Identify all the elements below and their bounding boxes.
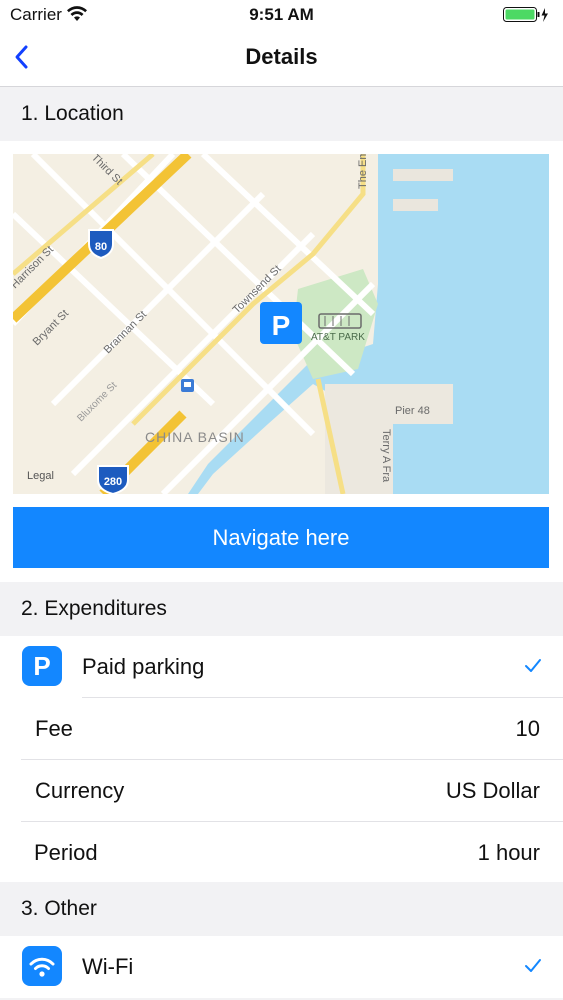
paid-parking-row[interactable]: P Paid parking — [0, 636, 563, 698]
wifi-label: Wi-Fi — [82, 954, 134, 979]
expenditures-list: P Paid parking Fee 10 Currency US Dollar… — [0, 636, 563, 884]
section-header-other: 3. Other — [0, 882, 563, 936]
section-title: 2. Expenditures — [21, 597, 167, 620]
map-label-att-park: AT&T PARK — [311, 332, 365, 343]
pier — [393, 199, 438, 211]
map-label-china-basin: CHINA BASIN — [145, 429, 245, 445]
page-title: Details — [245, 44, 318, 69]
map-label-embarcadero: The Em — [357, 154, 369, 189]
parking-marker-label: P — [272, 310, 291, 341]
checkmark-icon[interactable] — [523, 656, 543, 676]
map-view[interactable]: Third St Harrison St Bryant St Brannan S… — [13, 154, 549, 494]
currency-label: Currency — [35, 778, 125, 803]
i80-label: 80 — [95, 241, 107, 253]
section-header-location: 1. Location — [0, 87, 563, 141]
map-label-pier-48: Pier 48 — [395, 405, 430, 417]
wifi-icon — [22, 946, 62, 986]
i280-shield-icon: 280 — [97, 465, 129, 494]
section-title: 3. Other — [21, 897, 97, 920]
i280-label: 280 — [104, 476, 122, 488]
parking-icon: P — [22, 646, 62, 686]
section-title: 1. Location — [21, 102, 124, 125]
i80-shield-icon: 80 — [88, 229, 114, 260]
navigate-here-button[interactable]: Navigate here — [13, 507, 549, 568]
fee-value: 10 — [515, 716, 540, 741]
status-time: 9:51 AM — [249, 5, 314, 24]
map-label-terry-a-francois: Terry A Fra — [380, 429, 392, 483]
fee-row[interactable]: Fee 10 — [0, 698, 563, 760]
train-station-icon — [181, 379, 194, 392]
checkmark-icon[interactable] — [523, 956, 543, 976]
period-row[interactable]: Period 1 hour — [0, 822, 563, 884]
location-card: Third St Harrison St Bryant St Brannan S… — [0, 141, 563, 582]
currency-value: US Dollar — [445, 778, 540, 803]
period-label: Period — [34, 840, 98, 865]
parking-marker-icon[interactable]: P — [260, 302, 302, 344]
currency-row[interactable]: Currency US Dollar — [0, 760, 563, 822]
wifi-row[interactable]: Wi-Fi — [0, 936, 563, 998]
paid-parking-label: Paid parking — [82, 654, 205, 679]
map-legal-link[interactable]: Legal — [27, 470, 54, 482]
section-header-expenditures: 2. Expenditures — [0, 582, 563, 636]
pier — [393, 169, 453, 181]
nav-bar: Details — [0, 30, 563, 87]
other-list: Wi-Fi — [0, 936, 563, 998]
battery-icon — [503, 7, 549, 28]
fee-label: Fee — [35, 716, 73, 741]
period-value: 1 hour — [477, 840, 540, 865]
status-bar: Carrier 9:51 AM — [0, 0, 563, 30]
